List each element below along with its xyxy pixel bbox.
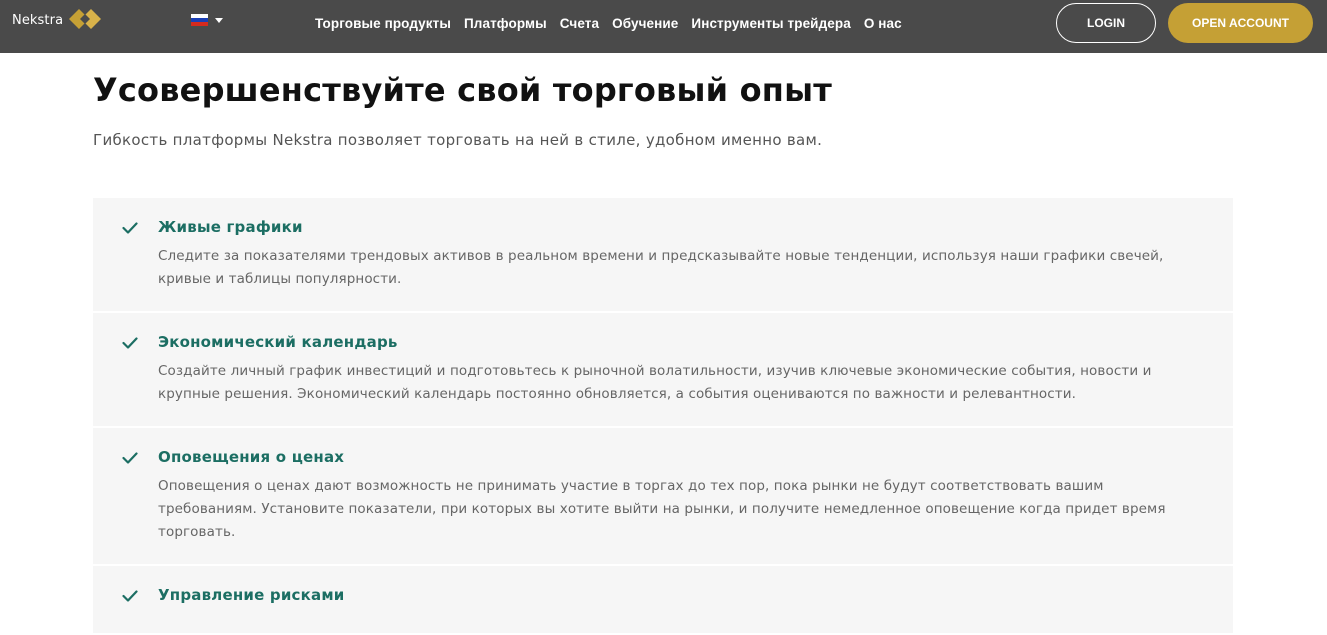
nav-item-platforms[interactable]: Платформы	[464, 16, 547, 31]
nav-item-education[interactable]: Обучение	[612, 16, 678, 31]
check-icon	[122, 590, 138, 602]
check-icon	[122, 222, 138, 234]
brand-logo[interactable]: Nekstra	[12, 9, 103, 31]
check-icon	[122, 337, 138, 349]
open-account-button[interactable]: OPEN ACCOUNT	[1168, 3, 1313, 43]
page-subtitle: Гибкость платформы Nekstra позволяет тор…	[93, 131, 823, 149]
feature-title: Оповещения о ценах	[158, 448, 345, 466]
logo-text: Nekstra	[12, 12, 64, 28]
logo-mark-icon	[69, 9, 102, 29]
chevron-down-icon	[215, 17, 223, 23]
feature-title: Управление рисками	[158, 586, 345, 604]
page-title: Усовершенствуйте свой торговый опыт	[93, 71, 832, 109]
feature-item-live-charts: Живые графики Следите за показателями тр…	[93, 198, 1233, 313]
nav-item-trading-products[interactable]: Торговые продукты	[315, 16, 451, 31]
feature-description: Оповещения о ценах дают возможность не п…	[158, 478, 1166, 540]
feature-item-economic-calendar: Экономический календарь Создайте личный …	[93, 313, 1233, 428]
feature-item-risk-management: Управление рисками	[93, 566, 1233, 635]
nav-item-trader-tools[interactable]: Инструменты трейдера	[691, 16, 850, 31]
check-icon	[122, 452, 138, 464]
russian-flag-icon	[191, 14, 208, 26]
feature-title: Экономический календарь	[158, 333, 398, 351]
main-nav: Торговые продукты Платформы Счета Обучен…	[315, 0, 915, 46]
feature-description: Создайте личный график инвестиций и подг…	[158, 363, 1152, 402]
feature-description: Следите за показателями трендовых активо…	[158, 248, 1164, 287]
feature-item-price-alerts: Оповещения о ценах Оповещения о ценах да…	[93, 428, 1233, 566]
login-button[interactable]: LOGIN	[1056, 3, 1156, 43]
nav-item-accounts[interactable]: Счета	[560, 16, 599, 31]
nav-item-about[interactable]: О нас	[864, 16, 902, 31]
top-navigation-bar: Nekstra Торговые продукты Платформы Счет…	[0, 0, 1327, 53]
feature-list: Живые графики Следите за показателями тр…	[93, 198, 1233, 635]
feature-title: Живые графики	[158, 218, 303, 236]
language-selector[interactable]	[191, 14, 223, 26]
